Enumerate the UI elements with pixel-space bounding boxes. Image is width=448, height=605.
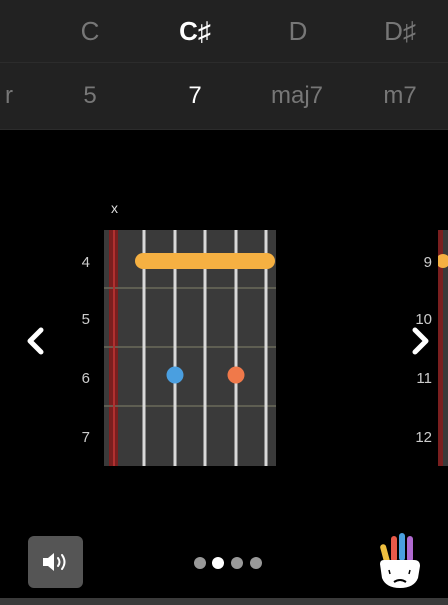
hand-icon[interactable] (374, 530, 426, 590)
root-note-c-sharp[interactable]: C♯ (165, 0, 225, 62)
page-dot[interactable] (194, 557, 206, 569)
next-fret-number: 11 (416, 370, 432, 387)
finger-dot-blue (166, 366, 184, 384)
barre-marker (135, 253, 275, 269)
root-note-d[interactable]: D (268, 0, 328, 62)
fret-number: 4 (81, 254, 90, 271)
play-sound-button[interactable] (28, 536, 83, 588)
chord-type-7[interactable]: 7 (175, 63, 215, 129)
chevron-left-icon (27, 327, 44, 355)
fret-number: 5 (81, 311, 90, 328)
chord-type-maj7[interactable]: maj7 (262, 63, 332, 129)
prev-chord-button[interactable] (18, 321, 52, 361)
chord-type-partial[interactable]: r (0, 63, 24, 129)
fret-number: 6 (81, 370, 90, 387)
chord-type-m7[interactable]: m7 (370, 63, 430, 129)
next-fret-number: 12 (415, 429, 432, 446)
speaker-icon (42, 553, 65, 571)
next-chord-button[interactable] (404, 321, 438, 361)
root-note-c[interactable]: C (60, 0, 120, 62)
next-chord-diagram[interactable] (438, 230, 448, 466)
chord-diagram[interactable] (104, 230, 276, 466)
root-note-bar: C C♯ D D♯ (0, 0, 448, 63)
page-dot[interactable] (250, 557, 262, 569)
chord-type-5[interactable]: 5 (70, 63, 110, 129)
chord-type-bar: r 5 7 maj7 m7 (0, 63, 448, 130)
fret-number: 7 (81, 429, 90, 446)
page-dot-active[interactable] (212, 557, 224, 569)
next-barre-marker (438, 254, 448, 268)
next-fret-number: 9 (423, 254, 432, 271)
mute-marker: x (111, 200, 118, 216)
chevron-right-icon (412, 327, 429, 355)
finger-dot-orange (227, 366, 245, 384)
root-note-d-sharp[interactable]: D♯ (370, 0, 430, 62)
page-dot[interactable] (231, 557, 243, 569)
bottom-edge (0, 598, 448, 605)
